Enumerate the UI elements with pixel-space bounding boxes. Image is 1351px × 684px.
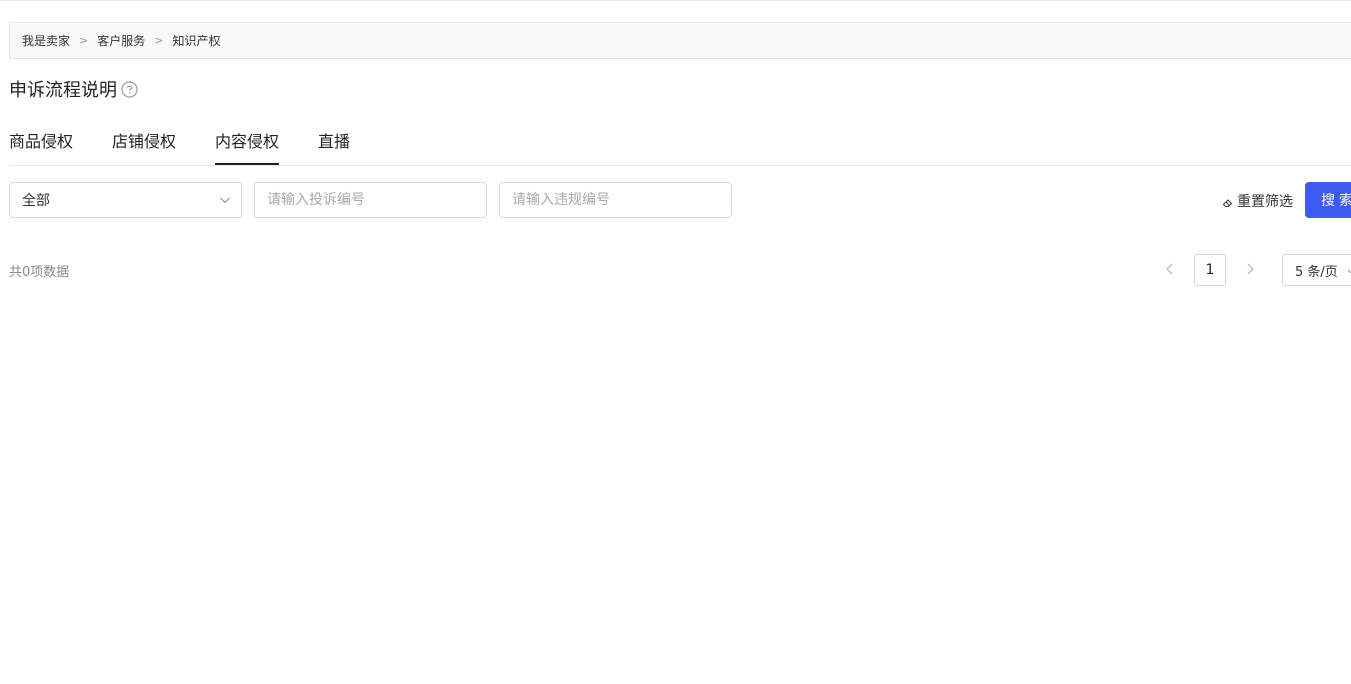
breadcrumb-item-seller[interactable]: 我是卖家 <box>22 32 70 49</box>
question-circle-icon[interactable] <box>121 80 138 98</box>
reset-filter-button[interactable]: 重置筛选 <box>1222 191 1293 211</box>
search-button[interactable]: 搜索 <box>1305 182 1351 218</box>
page-size-value: 5 条/页 <box>1295 264 1338 280</box>
page-title: 申诉流程说明 <box>9 76 138 102</box>
total-count: 共0项数据 <box>9 265 70 280</box>
breadcrumb: 我是卖家 > 客户服务 > 知识产权 <box>9 22 1351 59</box>
breadcrumb-item-customer-service[interactable]: 客户服务 <box>97 32 145 49</box>
tab-store-infringement[interactable]: 店铺侵权 <box>112 131 176 165</box>
breadcrumb-separator: > <box>154 34 164 47</box>
tab-content-infringement[interactable]: 内容侵权 <box>215 131 280 165</box>
tab-bar: 商品侵权 店铺侵权 内容侵权 直播 <box>9 131 1351 166</box>
tab-live[interactable]: 直播 <box>318 131 350 165</box>
breadcrumb-separator: > <box>79 34 89 47</box>
top-divider <box>0 0 1351 1</box>
page-number-current[interactable]: 1 <box>1194 254 1226 286</box>
violation-number-input[interactable] <box>499 182 732 218</box>
complaint-number-input[interactable] <box>254 182 487 218</box>
chevron-right-icon[interactable] <box>1243 262 1257 276</box>
page-title-text: 申诉流程说明 <box>9 80 117 101</box>
status-select-value: 全部 <box>22 193 50 209</box>
reset-filter-label: 重置筛选 <box>1237 194 1293 210</box>
breadcrumb-item-ip: 知识产权 <box>172 34 221 48</box>
eraser-icon <box>1222 197 1234 209</box>
chevron-down-icon <box>219 194 231 210</box>
status-select[interactable]: 全部 <box>9 182 242 218</box>
chevron-down-icon <box>1347 266 1351 281</box>
page-size-select[interactable]: 5 条/页 <box>1282 254 1351 286</box>
chevron-left-icon[interactable] <box>1163 262 1177 276</box>
tab-product-infringement[interactable]: 商品侵权 <box>9 131 73 165</box>
